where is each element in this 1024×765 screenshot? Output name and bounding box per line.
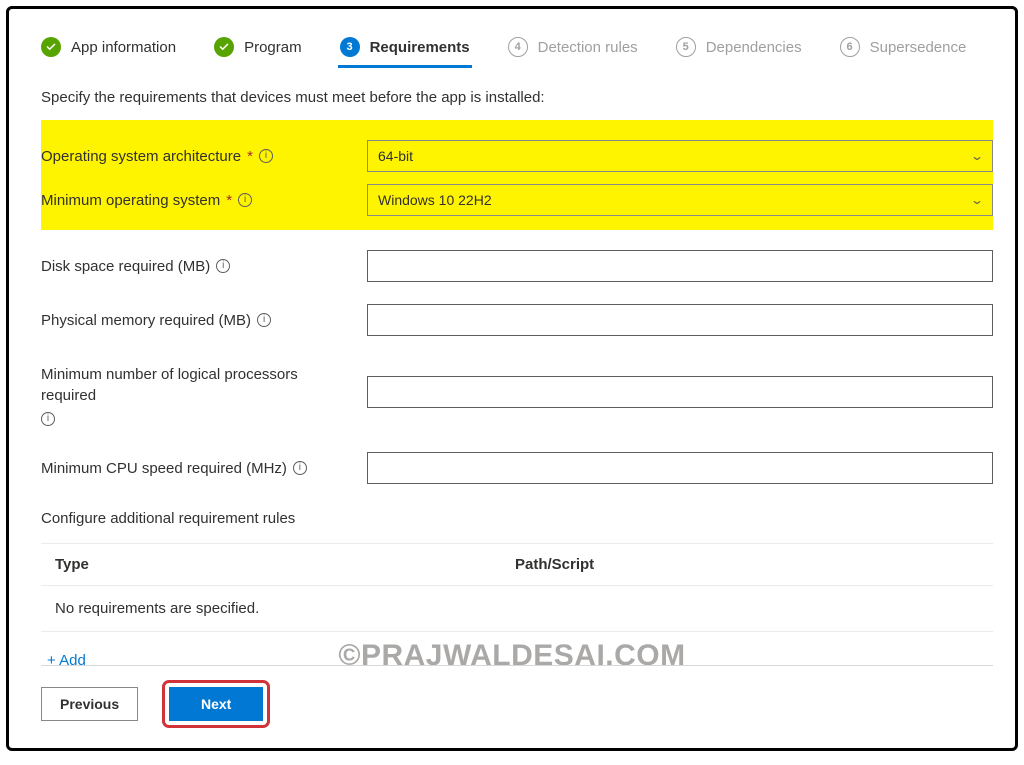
- step-number-icon: 5: [676, 37, 696, 57]
- table-empty-row: No requirements are specified.: [41, 586, 993, 632]
- label-text: Operating system architecture: [41, 148, 241, 165]
- info-icon[interactable]: i: [41, 412, 55, 426]
- required-mark: *: [226, 192, 232, 209]
- step-number-icon: 3: [340, 37, 360, 57]
- field-physical-memory: Physical memory required (MB) i: [41, 298, 993, 342]
- info-icon[interactable]: i: [257, 313, 271, 327]
- step-label: Supersedence: [870, 39, 967, 56]
- label-text: Minimum number of logical processors req…: [41, 364, 355, 406]
- label-text: Physical memory required (MB): [41, 312, 251, 329]
- step-label: Detection rules: [538, 39, 638, 56]
- step-supersedence[interactable]: 6 Supersedence: [840, 37, 967, 67]
- col-header-type: Type: [55, 556, 515, 573]
- step-program[interactable]: Program: [214, 37, 302, 67]
- field-cpu-speed: Minimum CPU speed required (MHz) i: [41, 446, 993, 490]
- field-os-architecture: Operating system architecture * i 64-bit…: [41, 134, 993, 178]
- highlighted-requirements: Operating system architecture * i 64-bit…: [41, 120, 993, 230]
- field-disk-space: Disk space required (MB) i: [41, 244, 993, 288]
- step-number-icon: 4: [508, 37, 528, 57]
- col-header-path: Path/Script: [515, 556, 979, 573]
- table-header: Type Path/Script: [41, 544, 993, 586]
- field-minimum-os: Minimum operating system * i Windows 10 …: [41, 178, 993, 222]
- next-button-highlight: Next: [162, 680, 270, 728]
- check-icon: [214, 37, 234, 57]
- required-mark: *: [247, 148, 253, 165]
- info-icon[interactable]: i: [238, 193, 252, 207]
- wizard-footer: Previous Next: [41, 665, 993, 728]
- info-icon[interactable]: i: [216, 259, 230, 273]
- intro-text: Specify the requirements that devices mu…: [41, 89, 993, 106]
- label-text: Disk space required (MB): [41, 258, 210, 275]
- dropdown-value: Windows 10 22H2: [378, 192, 492, 208]
- label-text: Minimum operating system: [41, 192, 220, 209]
- requirement-rules-table: Type Path/Script No requirements are spe…: [41, 543, 993, 632]
- wizard-steps: App information Program 3 Requirements 4…: [41, 37, 993, 67]
- step-label: Requirements: [370, 39, 470, 56]
- physical-memory-input[interactable]: [367, 304, 993, 336]
- step-dependencies[interactable]: 5 Dependencies: [676, 37, 802, 67]
- info-icon[interactable]: i: [259, 149, 273, 163]
- check-icon: [41, 37, 61, 57]
- chevron-down-icon: ⌄: [970, 149, 984, 163]
- logical-processors-input[interactable]: [367, 376, 993, 408]
- step-label: Dependencies: [706, 39, 802, 56]
- previous-button[interactable]: Previous: [41, 687, 138, 721]
- step-requirements[interactable]: 3 Requirements: [340, 37, 470, 67]
- disk-space-input[interactable]: [367, 250, 993, 282]
- next-button[interactable]: Next: [169, 687, 263, 721]
- os-architecture-dropdown[interactable]: 64-bit ⌄: [367, 140, 993, 172]
- step-label: App information: [71, 39, 176, 56]
- step-app-information[interactable]: App information: [41, 37, 176, 67]
- step-detection-rules[interactable]: 4 Detection rules: [508, 37, 638, 67]
- chevron-down-icon: ⌄: [970, 193, 984, 207]
- info-icon[interactable]: i: [293, 461, 307, 475]
- minimum-os-dropdown[interactable]: Windows 10 22H2 ⌄: [367, 184, 993, 216]
- label-text: Minimum CPU speed required (MHz): [41, 460, 287, 477]
- rules-heading: Configure additional requirement rules: [41, 510, 993, 527]
- cpu-speed-input[interactable]: [367, 452, 993, 484]
- step-label: Program: [244, 39, 302, 56]
- dropdown-value: 64-bit: [378, 148, 413, 164]
- step-number-icon: 6: [840, 37, 860, 57]
- field-logical-processors: Minimum number of logical processors req…: [41, 352, 993, 432]
